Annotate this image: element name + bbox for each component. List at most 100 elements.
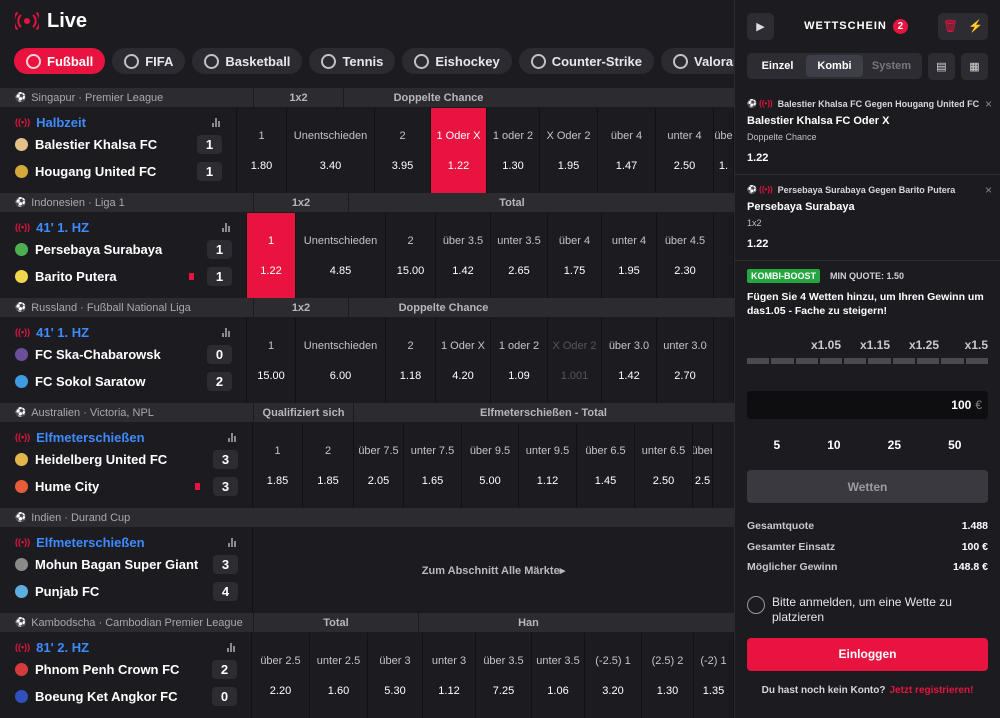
odds-button[interactable]: 2 1.18 bbox=[386, 318, 436, 403]
sport-chip-fifa[interactable]: FIFA bbox=[112, 48, 186, 74]
odds-button[interactable]: 2 15.00 bbox=[386, 213, 436, 298]
odds-button[interactable]: Unentschieden 6.00 bbox=[296, 318, 386, 403]
gift-icon[interactable]: ▦ bbox=[961, 52, 988, 80]
login-button[interactable]: Einloggen bbox=[747, 637, 988, 671]
odds-button[interactable]: unter 4 2.50 bbox=[656, 108, 714, 193]
odds-button[interactable]: unter 7.5 1.65 bbox=[404, 423, 462, 508]
odds-button[interactable]: 1 Oder X 4.20 bbox=[436, 318, 491, 403]
team-row[interactable]: Hume City 3 bbox=[15, 473, 238, 500]
league-title: Australien · Victoria, NPL bbox=[31, 406, 154, 419]
odds-button[interactable]: 2 3.95 bbox=[375, 108, 431, 193]
fifa-icon bbox=[124, 53, 140, 69]
odds-button[interactable]: unter 3.0 2.70 bbox=[657, 318, 714, 403]
odds-button[interactable]: über 9.5 5.00 bbox=[462, 423, 519, 508]
odds-button[interactable]: 1 15.00 bbox=[247, 318, 296, 403]
stats-icon[interactable] bbox=[227, 642, 237, 652]
mode-kombi[interactable]: Kombi bbox=[806, 55, 863, 77]
quick-stake-button[interactable]: 25 bbox=[888, 438, 901, 452]
sport-chip-fußball[interactable]: Fußball bbox=[14, 48, 106, 74]
odds-button[interactable]: über 2.5 bbox=[693, 423, 713, 508]
team-row[interactable]: Balestier Khalsa FC 1 bbox=[15, 131, 222, 158]
odds-button[interactable]: 1 1.22 bbox=[247, 213, 296, 298]
sport-chip-tennis[interactable]: Tennis bbox=[309, 48, 396, 74]
odds-button[interactable]: unter 3.5 1.06 bbox=[532, 633, 585, 718]
quick-stake-button[interactable]: 10 bbox=[827, 438, 840, 452]
quick-stake-button[interactable]: 50 bbox=[948, 438, 961, 452]
odds-button[interactable]: (2.5) 2 1.30 bbox=[642, 633, 694, 718]
odds-button[interactable]: unter 3 1.12 bbox=[423, 633, 476, 718]
odds-button[interactable]: 1 1.85 bbox=[253, 423, 303, 508]
stats-icon[interactable] bbox=[228, 537, 238, 547]
odds-button[interactable]: über 2.5 2.20 bbox=[252, 633, 310, 718]
stats-icon[interactable] bbox=[228, 432, 238, 442]
team-row[interactable]: Phnom Penh Crown FC 2 bbox=[15, 656, 237, 683]
odds-button[interactable]: 1 1.80 bbox=[237, 108, 287, 193]
quick-stake-button[interactable]: 5 bbox=[774, 438, 781, 452]
event-row[interactable]: ((•)) Elfmeterschießen Mohun Bagan Super G… bbox=[0, 528, 734, 613]
live-icon: ((•)) bbox=[15, 432, 31, 442]
play-button[interactable]: ▶ bbox=[747, 12, 774, 40]
odds-button[interactable]: (-2.5) 1 3.20 bbox=[585, 633, 642, 718]
odds-button[interactable]: 1 Oder X 1.22 bbox=[431, 108, 487, 193]
sport-chip-eishockey[interactable]: Eishockey bbox=[402, 48, 512, 74]
odds-button[interactable]: unter 6.5 2.50 bbox=[635, 423, 693, 508]
register-link[interactable]: Jetzt registrieren! bbox=[889, 685, 973, 696]
team-row[interactable]: Mohun Bagan Super Giant 3 bbox=[15, 551, 238, 578]
odds-button[interactable]: Unentschieden 4.85 bbox=[296, 213, 386, 298]
odds-button[interactable]: über 4.5 2.30 bbox=[657, 213, 714, 298]
live-broadcast-icon bbox=[13, 11, 41, 31]
book-icon[interactable]: ▤ bbox=[928, 52, 955, 80]
team-row[interactable]: Heidelberg United FC 3 bbox=[15, 446, 238, 473]
stats-icon[interactable] bbox=[222, 222, 232, 232]
team-row[interactable]: FC Sokol Saratow 2 bbox=[15, 368, 232, 395]
odds-button[interactable]: unter 9.5 1.12 bbox=[519, 423, 577, 508]
odds-button[interactable]: 1 oder 2 1.09 bbox=[491, 318, 548, 403]
odds-button[interactable]: X Oder 2 1.001 bbox=[548, 318, 602, 403]
event-row[interactable]: ((•)) Halbzeit Balestier Khalsa FC 1 Hougang… bbox=[0, 108, 734, 193]
odds-button[interactable]: über 3.5 7.25 bbox=[476, 633, 532, 718]
mode-einzel[interactable]: Einzel bbox=[749, 55, 806, 77]
stake-input[interactable]: 100 € bbox=[747, 391, 988, 419]
odds-button[interactable]: unter 2.5 1.60 bbox=[310, 633, 368, 718]
event-row[interactable]: ((•)) 81' 2. HZ Phnom Penh Crown FC 2 Boeung… bbox=[0, 633, 734, 718]
sport-chip-basketball[interactable]: Basketball bbox=[192, 48, 303, 74]
sport-chip-valorant[interactable]: Valorant bbox=[661, 48, 734, 74]
team-row[interactable]: Punjab FC 4 bbox=[15, 578, 238, 605]
all-markets-link[interactable]: Zum Abschnitt Alle Märkte ▸ bbox=[253, 528, 734, 613]
event-row[interactable]: ((•)) 41' 1. HZ Persebaya Surabaya 1 Barito … bbox=[0, 213, 734, 298]
odds-button[interactable]: über 3.0 1.42 bbox=[602, 318, 657, 403]
odds-button[interactable]: unter 4 1.95 bbox=[602, 213, 657, 298]
close-icon[interactable]: × bbox=[985, 97, 992, 111]
odds-button[interactable]: X Oder 2 1.95 bbox=[540, 108, 598, 193]
mode-system[interactable]: System bbox=[863, 55, 920, 77]
stats-icon[interactable] bbox=[222, 327, 232, 337]
event-row[interactable]: ((•)) 41' 1. HZ FC Ska-Chabarowsk 0 FC Sokol… bbox=[0, 318, 734, 403]
odds-button[interactable]: über 4 1.75 bbox=[548, 213, 602, 298]
team-row[interactable]: Boeung Ket Angkor FC 0 bbox=[15, 683, 237, 710]
odds-button[interactable] bbox=[714, 318, 734, 403]
odds-button[interactable]: übe 1. bbox=[714, 108, 734, 193]
place-bet-button[interactable]: Wetten bbox=[747, 470, 988, 503]
trash-icon[interactable]: 🗑 bbox=[938, 13, 963, 40]
odds-button[interactable]: Unentschieden 3.40 bbox=[287, 108, 375, 193]
odds-button[interactable]: (-2) 1 1.35 bbox=[694, 633, 734, 718]
odds-button[interactable]: über 3 5.30 bbox=[368, 633, 423, 718]
team-row[interactable]: FC Ska-Chabarowsk 0 bbox=[15, 341, 232, 368]
event-row[interactable]: ((•)) Elfmeterschießen Heidelberg United F… bbox=[0, 423, 734, 508]
odds-button[interactable]: über 6.5 1.45 bbox=[577, 423, 635, 508]
team-row[interactable]: Persebaya Surabaya 1 bbox=[15, 236, 232, 263]
stats-icon[interactable] bbox=[212, 117, 222, 127]
team-row[interactable]: Hougang United FC 1 bbox=[15, 158, 222, 185]
odds-button[interactable]: unter 3.5 2.65 bbox=[491, 213, 548, 298]
close-icon[interactable]: × bbox=[985, 183, 992, 197]
odds-button[interactable]: 1 oder 2 1.30 bbox=[487, 108, 540, 193]
odds-button[interactable] bbox=[714, 213, 734, 298]
lightning-icon[interactable]: ⚡ bbox=[963, 13, 988, 40]
odds-button[interactable]: über 7.5 2.05 bbox=[354, 423, 404, 508]
odds-button[interactable]: über 3.5 1.42 bbox=[436, 213, 491, 298]
event-teams: ((•)) Halbzeit Balestier Khalsa FC 1 Hougang… bbox=[0, 108, 237, 193]
team-row[interactable]: Barito Putera 1 bbox=[15, 263, 232, 290]
sport-chip-counter-strike[interactable]: Counter-Strike bbox=[518, 48, 654, 74]
odds-button[interactable]: 2 1.85 bbox=[303, 423, 354, 508]
odds-button[interactable]: über 4 1.47 bbox=[598, 108, 656, 193]
